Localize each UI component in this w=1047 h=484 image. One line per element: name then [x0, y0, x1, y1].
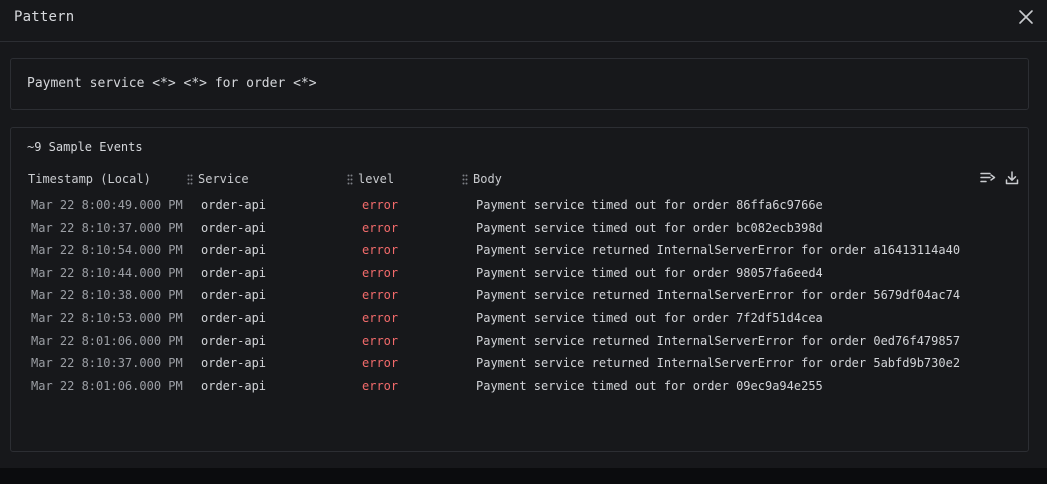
pattern-box: Payment service <*> <*> for order <*> [10, 58, 1029, 110]
body-cell: Payment service timed out for order 86ff… [476, 198, 823, 212]
body-cell: Payment service returned InternalServerE… [476, 288, 961, 303]
modal-title: Pattern [14, 9, 75, 25]
table-row[interactable]: Mar 22 8:10:54.000 PM order-api error Payme… [11, 241, 1028, 263]
drag-handle-icon[interactable] [462, 174, 468, 185]
body-cell: Payment service returned InternalServerE… [476, 333, 961, 348]
body-cell: Payment service timed out for order 9805… [476, 265, 823, 280]
drag-handle-icon[interactable] [187, 174, 193, 185]
service-cell: order-api [201, 288, 267, 303]
body-cell: Payment service timed out for order bc08… [476, 220, 823, 235]
pattern-modal: Pattern Payment service <*> <*> for orde… [0, 0, 1047, 468]
level-cell: error [362, 333, 399, 348]
drag-handle-icon[interactable] [347, 174, 353, 185]
timestamp-cell: Mar 22 8:10:53.000 PM [31, 311, 183, 325]
close-button[interactable] [1016, 7, 1036, 27]
level-cell: error [362, 243, 399, 258]
table-row[interactable]: Mar 22 8:10:37.000 PM order-api error Payme… [11, 354, 1028, 376]
timestamp-cell: Mar 22 8:10:54.000 PM [31, 243, 183, 258]
sample-events-title: ~9 Sample Events [27, 140, 143, 154]
column-header-body[interactable]: Body [473, 172, 502, 186]
body-cell: Payment service timed out for order 09ec… [476, 378, 823, 393]
column-header-timestamp[interactable]: Timestamp (Local) [28, 172, 151, 186]
table-row[interactable]: Mar 22 8:10:38.000 PM order-api error Payme… [11, 286, 1028, 308]
table-row[interactable]: Mar 22 8:00:49.000 PM order-api error Payme… [11, 196, 1028, 218]
table-row[interactable]: Mar 22 8:01:06.000 PM order-api error Payme… [11, 332, 1028, 354]
service-cell: order-api [201, 243, 267, 258]
sample-events-panel: ~9 Sample Events Timestamp (Local) Servi… [10, 127, 1029, 452]
column-header-level[interactable]: level [358, 172, 394, 186]
timestamp-cell: Mar 22 8:01:06.000 PM [31, 333, 183, 348]
timestamp-cell: Mar 22 8:00:49.000 PM [31, 198, 183, 212]
body-cell: Payment service returned InternalServerE… [476, 356, 961, 371]
timestamp-cell: Mar 22 8:10:38.000 PM [31, 288, 183, 303]
level-cell: error [362, 378, 399, 393]
modal-header: Pattern [0, 0, 1047, 42]
level-cell: error [362, 311, 399, 325]
table-row[interactable]: Mar 22 8:10:37.000 PM order-api error Payme… [11, 219, 1028, 241]
timestamp-cell: Mar 22 8:10:37.000 PM [31, 356, 183, 371]
service-cell: order-api [201, 265, 267, 280]
pattern-text: Payment service <*> <*> for order <*> [27, 76, 317, 91]
service-cell: order-api [201, 220, 267, 235]
timestamp-cell: Mar 22 8:01:06.000 PM [31, 378, 183, 393]
body-cell: Payment service returned InternalServerE… [476, 243, 961, 258]
table-row[interactable]: Mar 22 8:10:44.000 PM order-api error Payme… [11, 264, 1028, 286]
column-header-service[interactable]: Service [198, 172, 249, 186]
timestamp-cell: Mar 22 8:10:37.000 PM [31, 220, 183, 235]
wrap-lines-icon[interactable] [980, 170, 996, 186]
close-icon [1019, 10, 1033, 24]
level-cell: error [362, 198, 399, 212]
service-cell: order-api [201, 378, 267, 393]
table-row[interactable]: Mar 22 8:10:53.000 PM order-api error Payme… [11, 309, 1028, 331]
level-cell: error [362, 356, 399, 371]
level-cell: error [362, 288, 399, 303]
level-cell: error [362, 220, 399, 235]
download-icon[interactable] [1004, 170, 1020, 186]
service-cell: order-api [201, 311, 267, 325]
timestamp-cell: Mar 22 8:10:44.000 PM [31, 265, 183, 280]
service-cell: order-api [201, 198, 267, 212]
level-cell: error [362, 265, 399, 280]
service-cell: order-api [201, 356, 267, 371]
service-cell: order-api [201, 333, 267, 348]
body-cell: Payment service timed out for order 7f2d… [476, 311, 823, 325]
table-row[interactable]: Mar 22 8:01:06.000 PM order-api error Payme… [11, 377, 1028, 399]
